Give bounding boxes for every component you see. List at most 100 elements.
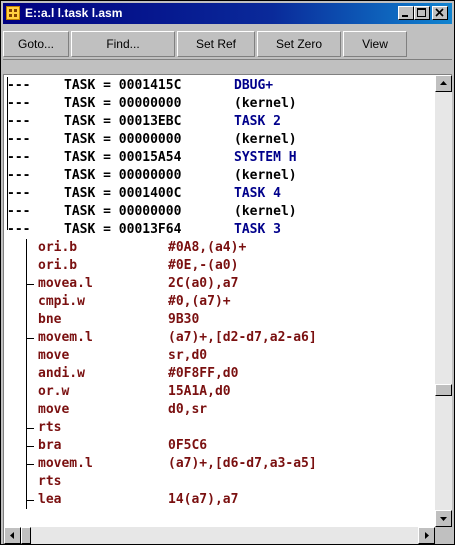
toolbar: Goto... Find... Set Ref Set Zero View: [3, 31, 452, 57]
code-row[interactable]: lea 14(a7),a7: [4, 491, 435, 509]
task-address: TASK = 00000000: [64, 204, 182, 219]
status-strip: [3, 59, 452, 74]
task-address: TASK = 00000000: [64, 168, 182, 183]
mnemonic: or.w: [38, 384, 70, 399]
branch-tick: [26, 464, 34, 465]
code-row[interactable]: movem.l (a7)+,[d6-d7,a3-a5]: [4, 455, 435, 473]
minimize-icon: [402, 15, 408, 17]
code-row[interactable]: ori.b #0E,-(a0): [4, 257, 435, 275]
operands: d0,sr: [168, 402, 208, 417]
mnemonic: bne: [38, 312, 62, 327]
disassembly-panel[interactable]: --- TASK = 0001415C DBUG+ --- TASK = 0000000…: [3, 74, 452, 544]
operands: 15A1A,d0: [168, 384, 231, 399]
code-row[interactable]: bne 9B30: [4, 311, 435, 329]
task-row[interactable]: --- TASK = 0001400C TASK 4: [4, 185, 435, 203]
code-row[interactable]: cmpi.w #0,(a7)+: [4, 293, 435, 311]
mnemonic: movea.l: [38, 276, 93, 291]
task-address: TASK = 0001415C: [64, 78, 182, 93]
task-row[interactable]: --- TASK = 00013F64 TASK 3: [4, 221, 435, 239]
mnemonic: cmpi.w: [38, 294, 85, 309]
code-row[interactable]: movem.l (a7)+,[d2-d7,a2-a6]: [4, 329, 435, 347]
code-row[interactable]: move d0,sr: [4, 401, 435, 419]
goto-button[interactable]: Goto...: [3, 31, 69, 57]
horizontal-scrollbar[interactable]: [4, 527, 435, 544]
tree-connector: ---: [7, 78, 31, 93]
task-name: DBUG+: [234, 78, 274, 93]
find-button[interactable]: Find...: [71, 31, 175, 57]
code-row[interactable]: or.w 15A1A,d0: [4, 383, 435, 401]
task-address: TASK = 00000000: [64, 96, 182, 111]
maximize-button[interactable]: [414, 6, 430, 20]
code-row[interactable]: rts: [4, 473, 435, 491]
vertical-scroll-thumb[interactable]: [435, 384, 452, 396]
scroll-left-button[interactable]: [4, 527, 21, 544]
vertical-scrollbar[interactable]: [435, 75, 452, 527]
branch-tick: [26, 284, 34, 285]
code-row[interactable]: andi.w #0F8FF,d0: [4, 365, 435, 383]
view-button[interactable]: View: [343, 31, 407, 57]
debugger-window: E::a.l l.task l.asm Goto... Find... Set …: [0, 0, 455, 545]
scroll-down-button[interactable]: [435, 510, 452, 527]
task-name: (kernel): [234, 168, 297, 183]
mnemonic: rts: [38, 420, 62, 435]
operands: 14(a7),a7: [168, 492, 239, 507]
operands: (a7)+,[d2-d7,a2-a6]: [168, 330, 317, 345]
operands: #0A8,(a4)+: [168, 240, 247, 255]
branch-tick: [26, 446, 34, 447]
operands: 2C(a0),a7: [168, 276, 239, 291]
task-address: TASK = 0001400C: [64, 186, 182, 201]
task-name: TASK 2: [234, 114, 281, 129]
task-name: TASK 3: [234, 222, 281, 237]
task-row[interactable]: --- TASK = 00000000 (kernel): [4, 167, 435, 185]
task-name: (kernel): [234, 96, 297, 111]
tree-connector: ---: [7, 186, 31, 201]
task-row[interactable]: --- TASK = 00015A54 SYSTEM H: [4, 149, 435, 167]
code-row[interactable]: bra 0F5C6: [4, 437, 435, 455]
task-name: (kernel): [234, 204, 297, 219]
scroll-right-button[interactable]: [418, 527, 435, 544]
horizontal-scroll-thumb[interactable]: [21, 527, 31, 544]
close-button[interactable]: [432, 6, 448, 20]
code-row[interactable]: rts: [4, 419, 435, 437]
window-title: E::a.l l.task l.asm: [25, 6, 123, 20]
mnemonic: ori.b: [38, 240, 78, 255]
operands: (a7)+,[d6-d7,a3-a5]: [168, 456, 317, 471]
tree-connector: ---: [7, 168, 31, 183]
scrollbar-corner: [435, 527, 452, 544]
mnemonic: andi.w: [38, 366, 85, 381]
minimize-button[interactable]: [398, 6, 414, 20]
mnemonic: move: [38, 348, 70, 363]
tree-connector: ---: [7, 150, 31, 165]
task-row[interactable]: --- TASK = 00013EBC TASK 2: [4, 113, 435, 131]
task-row[interactable]: --- TASK = 00000000 (kernel): [4, 131, 435, 149]
task-row[interactable]: --- TASK = 00000000 (kernel): [4, 95, 435, 113]
module-icon: [6, 6, 20, 20]
down-arrow-icon: [440, 517, 447, 521]
task-row[interactable]: --- TASK = 0001415C DBUG+: [4, 77, 435, 95]
code-row[interactable]: ori.b #0A8,(a4)+: [4, 239, 435, 257]
tree-connector: ---: [7, 114, 31, 129]
task-address: TASK = 00013F64: [64, 222, 182, 237]
task-name: (kernel): [234, 132, 297, 147]
tree-connector: ---: [7, 222, 31, 237]
task-address: TASK = 00000000: [64, 132, 182, 147]
task-name: TASK 4: [234, 186, 281, 201]
operands: 0F5C6: [168, 438, 208, 453]
set-zero-button[interactable]: Set Zero: [257, 31, 341, 57]
code-row[interactable]: movea.l 2C(a0),a7: [4, 275, 435, 293]
mnemonic: ori.b: [38, 258, 78, 273]
branch-tick: [26, 428, 34, 429]
disassembly-listing[interactable]: --- TASK = 0001415C DBUG+ --- TASK = 0000000…: [4, 75, 435, 527]
title-bar[interactable]: E::a.l l.task l.asm: [3, 3, 452, 24]
scroll-up-button[interactable]: [435, 75, 452, 92]
set-ref-button[interactable]: Set Ref: [177, 31, 255, 57]
maximize-icon: [417, 8, 426, 17]
close-icon: [435, 8, 444, 17]
left-arrow-icon: [10, 532, 14, 539]
up-arrow-icon: [440, 81, 447, 85]
branch-tick: [26, 338, 34, 339]
code-row[interactable]: move sr,d0: [4, 347, 435, 365]
task-row[interactable]: --- TASK = 00000000 (kernel): [4, 203, 435, 221]
task-name: SYSTEM H: [234, 150, 297, 165]
mnemonic: move: [38, 402, 70, 417]
